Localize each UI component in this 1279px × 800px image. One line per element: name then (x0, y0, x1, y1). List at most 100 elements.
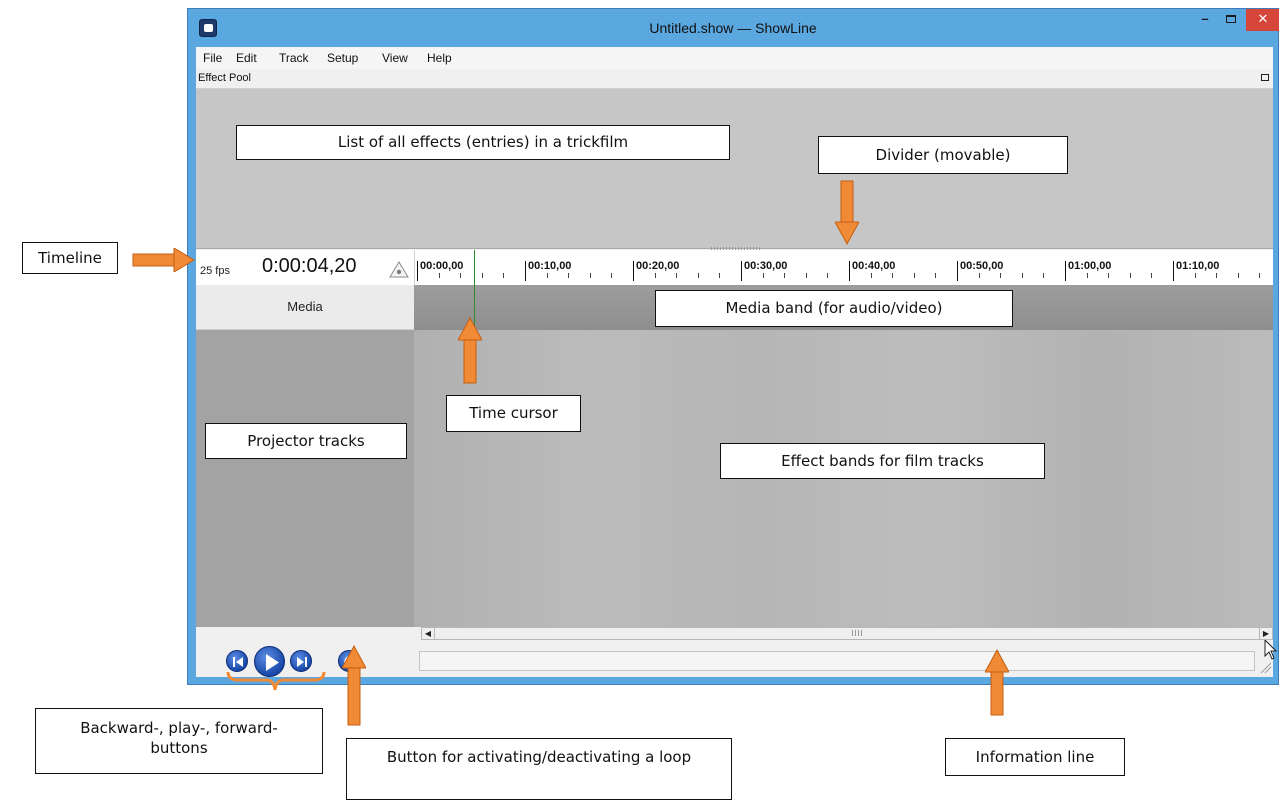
ruler-tick-label: 01:10,00 (1176, 260, 1220, 272)
annotation-effects-list: List of all effects (entries) in a trick… (236, 125, 730, 160)
horizontal-scrollbar[interactable]: ◀ ▶ (421, 627, 1273, 640)
annotation-information-line: Information line (945, 738, 1125, 776)
annotation-timeline: Timeline (22, 242, 118, 274)
ruler-minor-tick (1259, 273, 1261, 278)
ruler-minor-tick (654, 273, 656, 278)
ruler-major-tick (1173, 261, 1174, 281)
loop-button-arrow (342, 644, 366, 726)
ruler-minor-tick (589, 273, 591, 278)
minimize-button[interactable]: – (1193, 9, 1217, 31)
ruler-major-tick (633, 261, 634, 281)
ruler-minor-tick (1151, 273, 1153, 278)
annotation-effect-bands: Effect bands for film tracks (720, 443, 1045, 479)
ruler-minor-tick (1129, 273, 1131, 278)
backward-button[interactable] (226, 650, 248, 672)
ruler-major-tick (849, 261, 850, 281)
ruler-minor-tick (1108, 273, 1110, 278)
divider-arrow (835, 180, 859, 246)
ruler-major-tick (417, 261, 418, 281)
information-line (419, 651, 1255, 671)
ruler-minor-tick (676, 273, 678, 278)
ruler-minor-tick (784, 273, 786, 278)
maximize-button[interactable] (1219, 9, 1243, 31)
ruler-minor-tick (1194, 273, 1196, 278)
annotation-divider: Divider (movable) (818, 136, 1068, 174)
ruler-minor-tick (1086, 273, 1088, 278)
mouse-pointer-icon (1264, 639, 1278, 660)
annotation-transport-buttons: Backward-, play-, forward-buttons (35, 708, 323, 774)
ruler-minor-tick (935, 273, 937, 278)
close-button[interactable]: ✕ (1246, 9, 1279, 31)
menu-file[interactable]: File (203, 51, 222, 65)
timeline-bar: 25 fps 0:00:04,20 00:00,00 00:10,00 00:20,… (196, 250, 1273, 285)
ruler-minor-tick (870, 273, 872, 278)
ruler-minor-tick (1216, 273, 1218, 278)
annotation-time-cursor: Time cursor (446, 395, 581, 432)
effect-pool-title: Effect Pool (198, 72, 251, 84)
ruler-tick-label: 00:30,00 (744, 260, 788, 272)
ruler-minor-tick (978, 273, 980, 278)
ruler-minor-tick (719, 273, 721, 278)
time-ruler[interactable]: 00:00,00 00:10,00 00:20,00 00:30,00 00:40,00… (414, 250, 1273, 285)
ruler-minor-tick (1000, 273, 1002, 278)
ruler-minor-tick (460, 273, 462, 278)
scroll-right-button[interactable]: ▶ (1259, 628, 1272, 639)
resize-grip[interactable] (1259, 661, 1271, 673)
menu-view[interactable]: View (382, 51, 408, 65)
scroll-left-button[interactable]: ◀ (422, 628, 435, 639)
menu-help[interactable]: Help (427, 51, 452, 65)
time-cursor-arrow (458, 316, 482, 384)
ruler-tick-label: 00:00,00 (420, 260, 464, 272)
ruler-minor-tick (568, 273, 570, 278)
ruler-minor-tick (503, 273, 505, 278)
annotation-projector-tracks: Projector tracks (205, 423, 407, 459)
forward-button[interactable] (290, 650, 312, 672)
transport-buttons-bracket (226, 671, 326, 691)
ruler-major-tick (957, 261, 958, 281)
ruler-minor-tick (762, 273, 764, 278)
marker-triangle-icon[interactable] (389, 261, 409, 278)
annotation-media-band: Media band (for audio/video) (655, 290, 1013, 327)
ruler-minor-tick (1043, 273, 1045, 278)
annotation-loop-button: Button for activating/deactivating a loo… (346, 738, 732, 800)
title-bar[interactable]: Untitled.show — ShowLine – ✕ (188, 9, 1279, 47)
ruler-major-tick (525, 261, 526, 281)
ruler-major-tick (1065, 261, 1066, 281)
ruler-minor-tick (892, 273, 894, 278)
ruler-tick-label: 00:10,00 (528, 260, 572, 272)
media-track-label: Media (287, 299, 323, 314)
ruler-tick-label: 01:00,00 (1068, 260, 1112, 272)
maximize-icon (1226, 15, 1236, 23)
ruler-tick-label: 00:20,00 (636, 260, 680, 272)
projector-tracks-column[interactable] (196, 330, 414, 627)
ruler-minor-tick (546, 273, 548, 278)
menu-track[interactable]: Track (279, 51, 309, 65)
timecode-display: 0:00:04,20 (262, 255, 357, 277)
ruler-major-tick (741, 261, 742, 281)
ruler-tick-label: 00:50,00 (960, 260, 1004, 272)
effect-pool-header: Effect Pool (196, 69, 1273, 89)
window-title: Untitled.show — ShowLine (649, 20, 817, 36)
ruler-minor-tick (827, 273, 829, 278)
ruler-minor-tick (697, 273, 699, 278)
scrollbar-thumb-grip[interactable] (852, 630, 862, 636)
menu-setup[interactable]: Setup (327, 51, 358, 65)
float-panel-icon[interactable] (1261, 74, 1269, 81)
ruler-minor-tick (481, 273, 483, 278)
ruler-minor-tick (805, 273, 807, 278)
ruler-minor-tick (611, 273, 613, 278)
ruler-tick-label: 00:40,00 (852, 260, 896, 272)
ruler-minor-tick (438, 273, 440, 278)
menu-edit[interactable]: Edit (236, 51, 257, 65)
timeline-arrow (132, 248, 195, 272)
screenshot-stage: Untitled.show — ShowLine – ✕ File Edit T… (0, 0, 1279, 800)
ruler-minor-tick (1237, 273, 1239, 278)
ruler-minor-tick (913, 273, 915, 278)
fps-label: 25 fps (200, 265, 230, 277)
ruler-minor-tick (1021, 273, 1023, 278)
information-line-arrow (985, 648, 1009, 716)
media-track-header: Media (196, 285, 414, 330)
application-window: Untitled.show — ShowLine – ✕ File Edit T… (187, 8, 1279, 685)
effect-pool-list[interactable] (196, 89, 1273, 249)
menu-bar: File Edit Track Setup View Help (196, 47, 1273, 69)
